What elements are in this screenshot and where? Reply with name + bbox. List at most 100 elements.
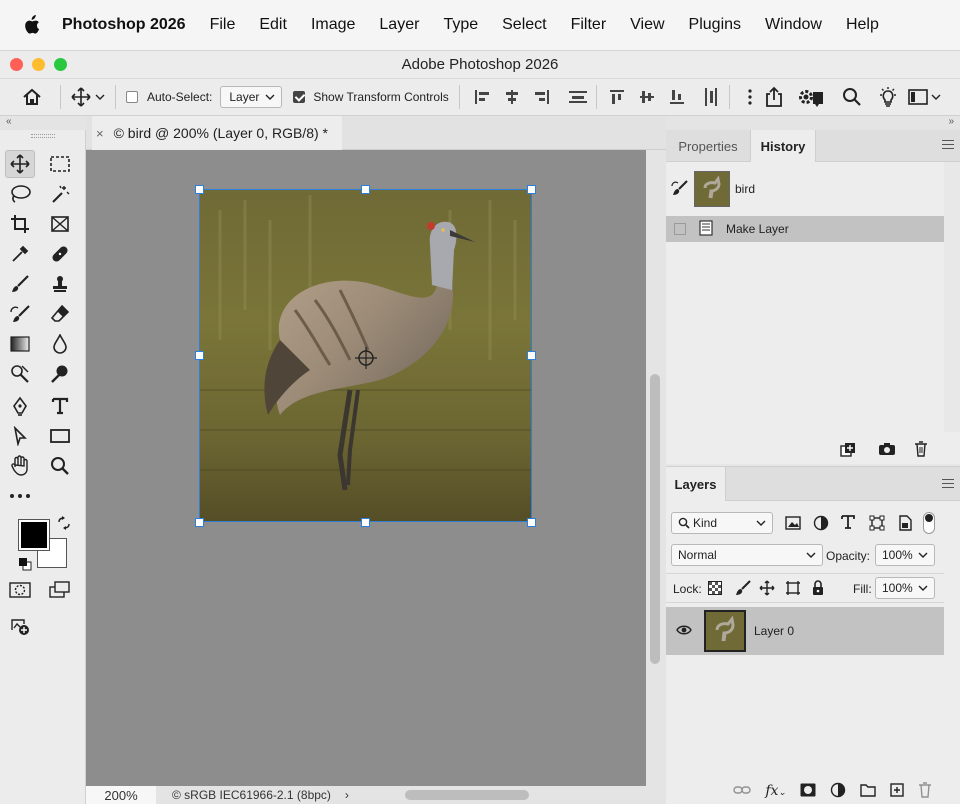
tools-collapse-bar[interactable]: « [0,116,86,130]
history-scrollbar[interactable] [944,162,960,432]
panels-collapse-bar[interactable]: » [666,116,960,130]
zoom-tool-button[interactable] [45,452,75,480]
tab-history[interactable]: History [750,130,816,162]
menu-plugins[interactable]: Plugins [677,16,753,34]
align-bottom-icon[interactable] [665,85,689,109]
hand-tool-button[interactable] [5,452,35,480]
move-tool-icon[interactable] [69,85,93,109]
blend-mode-dropdown[interactable]: Normal [671,544,823,566]
pen-tool-button[interactable] [5,392,35,420]
layer-style-fx-icon[interactable]: fx⌄ [765,783,786,799]
edit-toolbar-icon[interactable] [5,482,35,510]
layer-row[interactable]: Layer 0 [666,607,944,655]
auto-select-dropdown[interactable]: Layer [220,86,283,108]
camera-icon[interactable] [878,442,896,459]
transform-handle-top-right[interactable] [527,185,536,194]
status-menu-arrow[interactable]: › [345,788,349,802]
filter-smart-object-icon[interactable] [897,515,913,534]
generative-image-icon[interactable] [5,612,35,640]
opacity-field[interactable]: 100% [875,544,935,566]
eyedropper-tool-button[interactable] [5,240,35,268]
delete-layer-trash-icon[interactable] [918,781,932,801]
eye-visibility-icon[interactable] [676,624,692,638]
transform-handle-bottom[interactable] [361,518,370,527]
menu-help[interactable]: Help [834,16,891,34]
menu-type[interactable]: Type [431,16,490,34]
lightbulb-icon[interactable] [876,85,900,109]
healing-brush-tool-button[interactable] [45,240,75,268]
align-middle-icon[interactable] [635,85,659,109]
burn-tool-button[interactable] [45,360,75,388]
app-menu[interactable]: Photoshop 2026 [62,16,198,34]
frame-tool-button[interactable] [45,210,75,238]
transform-handle-top[interactable] [361,185,370,194]
dodge-tool-button[interactable] [5,360,35,388]
magic-wand-tool-button[interactable] [45,180,75,208]
lock-transparent-pixels-icon[interactable] [708,581,722,598]
filter-type-icon[interactable] [841,515,855,532]
lock-all-icon[interactable] [812,580,824,599]
tool-preset-chevron-icon[interactable] [93,85,107,109]
vertical-scrollbar[interactable] [646,150,666,786]
screen-mode-icon[interactable] [45,576,75,604]
filter-toggle[interactable] [923,512,935,534]
close-window-button[interactable] [10,58,23,71]
align-left-icon[interactable] [470,85,494,109]
filter-adjustment-icon[interactable] [813,515,829,534]
history-state-checkbox[interactable] [674,223,686,235]
horizontal-scroll-thumb[interactable] [404,790,529,800]
delete-trash-icon[interactable] [914,441,928,460]
home-icon[interactable] [20,85,44,109]
zoom-window-button[interactable] [54,58,67,71]
workspace-icon[interactable] [906,85,930,109]
rectangle-tool-button[interactable] [45,422,75,450]
color-profile-label[interactable]: © sRGB IEC61966-2.1 (8bpc) [172,788,331,802]
history-state-row[interactable]: Make Layer [666,216,944,242]
layer-filter-kind-dropdown[interactable]: Kind [671,512,773,534]
auto-select-checkbox[interactable] [126,91,138,103]
menu-file[interactable]: File [198,16,248,34]
align-top-icon[interactable] [605,85,629,109]
marquee-tool-button[interactable] [45,150,75,178]
clone-stamp-tool-button[interactable] [45,270,75,298]
foreground-color-swatch[interactable] [18,519,50,551]
blur-tool-button[interactable] [45,330,75,358]
path-selection-tool-button[interactable] [5,422,35,450]
search-icon[interactable] [840,85,864,109]
history-brush-tool-button[interactable] [5,300,35,328]
document-tab[interactable]: × © bird @ 200% (Layer 0, RGB/8) * [92,116,342,150]
transform-handle-bottom-right[interactable] [527,518,536,527]
tab-layers[interactable]: Layers [666,467,726,501]
minimize-window-button[interactable] [32,58,45,71]
transform-handle-right[interactable] [527,351,536,360]
distribute-vertical-icon[interactable] [699,85,723,109]
lasso-tool-button[interactable] [5,180,35,208]
brush-tool-button[interactable] [5,270,35,298]
panel-menu-icon[interactable] [942,140,954,152]
share-icon[interactable] [762,85,786,109]
workspace-chevron-icon[interactable] [930,85,942,109]
quick-mask-icon[interactable] [5,576,35,604]
layer-name[interactable]: Layer 0 [754,624,794,638]
zoom-level-field[interactable]: 200% [86,786,156,804]
move-tool-button[interactable] [5,150,35,178]
swap-colors-icon[interactable] [57,516,71,533]
new-group-folder-icon[interactable] [860,783,876,800]
fill-field[interactable]: 100% [875,577,935,599]
show-transform-checkbox[interactable] [293,91,306,103]
add-mask-icon[interactable] [800,783,816,800]
close-tab-icon[interactable]: × [96,126,104,141]
menu-layer[interactable]: Layer [367,16,431,34]
new-layer-icon[interactable] [890,782,904,800]
link-layers-icon[interactable] [733,784,752,798]
tab-properties[interactable]: Properties [666,130,750,162]
tools-grip[interactable] [31,134,55,138]
crop-tool-button[interactable] [5,210,35,238]
menu-filter[interactable]: Filter [559,16,619,34]
reference-point-crosshair-icon[interactable] [355,347,377,372]
menu-select[interactable]: Select [490,16,558,34]
more-options-icon[interactable] [738,85,762,109]
menu-view[interactable]: View [618,16,676,34]
transform-handle-top-left[interactable] [195,185,204,194]
filter-shape-icon[interactable] [869,515,885,534]
